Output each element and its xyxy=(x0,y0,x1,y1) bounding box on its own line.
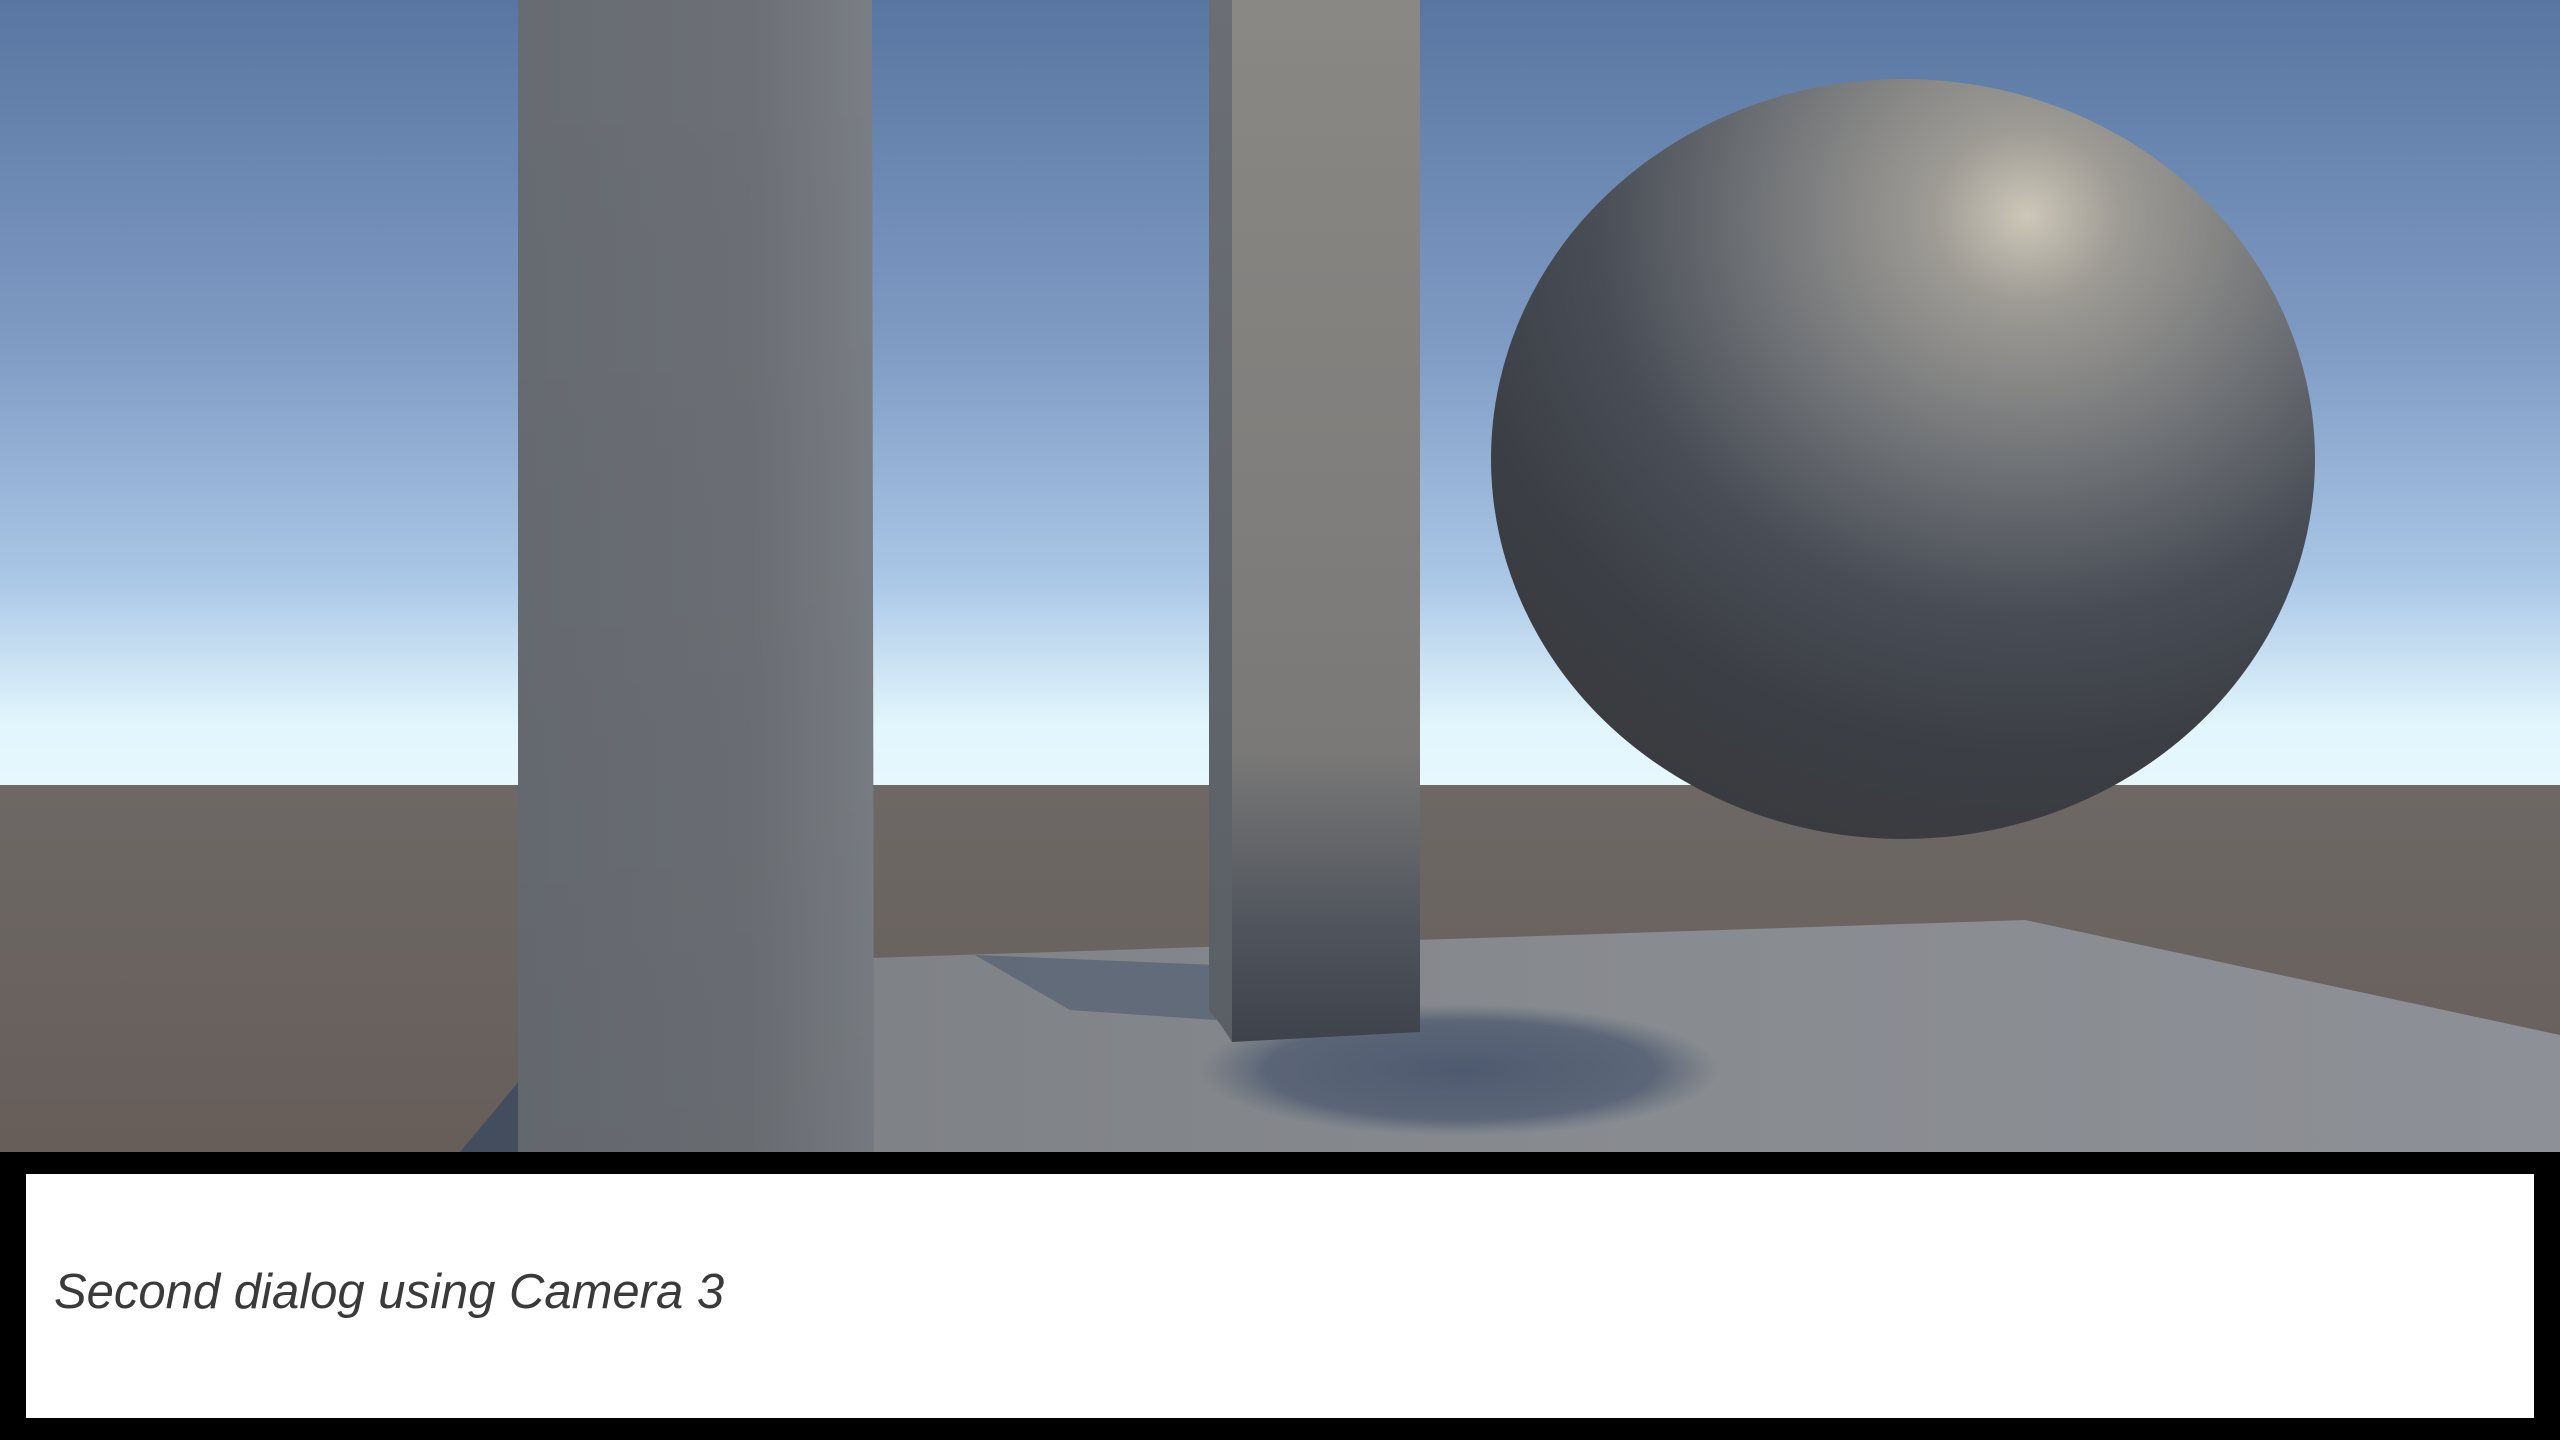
pillar-side xyxy=(1209,0,1232,1042)
dialog-box[interactable]: Second dialog using Camera 3 xyxy=(26,1174,2534,1418)
game-viewport: Second dialog using Camera 3 xyxy=(0,0,2560,1440)
sphere xyxy=(1491,79,2315,839)
dialog-panel: Second dialog using Camera 3 xyxy=(0,1152,2560,1440)
pillar-center xyxy=(1232,0,1420,1042)
3d-scene xyxy=(0,0,2560,1152)
dialog-text: Second dialog using Camera 3 xyxy=(54,1265,725,1319)
